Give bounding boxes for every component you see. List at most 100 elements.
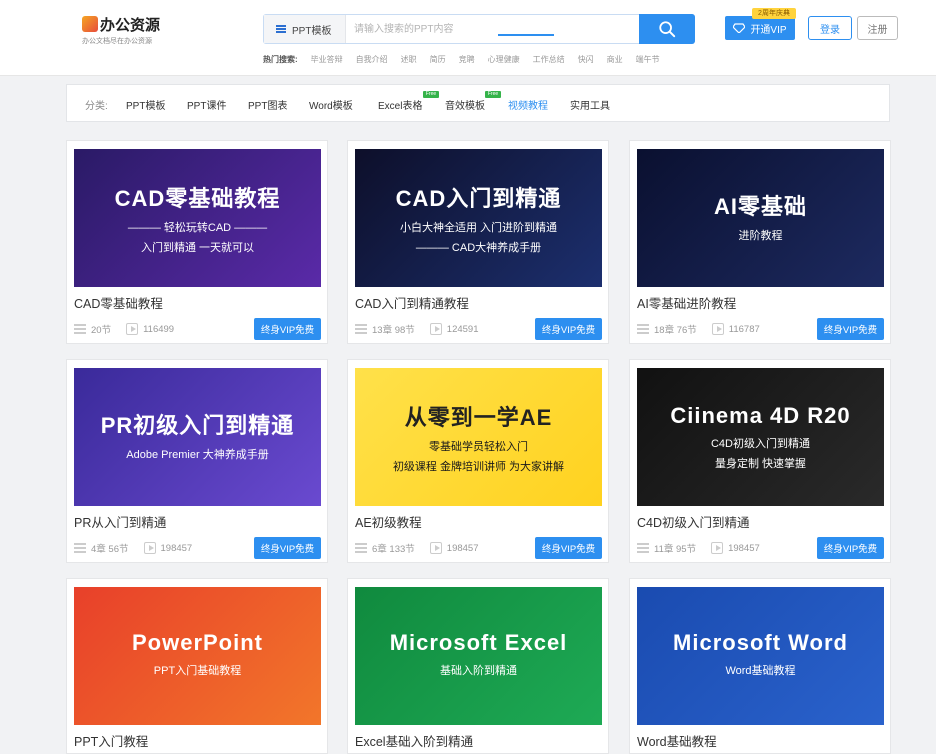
course-thumbnail[interactable]: PowerPoint PPT入门基础教程: [74, 587, 321, 725]
course-card[interactable]: CAD入门到精通 小白大神全适用 入门进阶到精通 ——— CAD大神养成手册 CAD入…: [347, 140, 609, 344]
thumbnail-text: ——— 轻松玩转CAD ———: [127, 222, 268, 234]
course-title[interactable]: C4D初级入门到精通: [637, 512, 750, 531]
lessons-icon: [355, 324, 367, 334]
hot-term[interactable]: 述职: [401, 54, 417, 65]
hot-term[interactable]: 自我介绍: [356, 54, 388, 65]
register-button[interactable]: 注册: [857, 16, 898, 40]
lifetime-vip-free-button[interactable]: 终身VIP免费: [254, 537, 321, 559]
thumbnail-text: PowerPoint: [131, 630, 263, 655]
course-meta: 11章 95节 198457: [637, 541, 760, 555]
play-icon: [126, 323, 139, 335]
course-title[interactable]: PPT入门教程: [74, 731, 148, 750]
play-icon: [711, 542, 724, 554]
tab-ppt-courseware[interactable]: PPT课件: [187, 97, 226, 112]
course-title[interactable]: PR从入门到精通: [74, 512, 166, 531]
search-icon: [659, 21, 676, 38]
course-title[interactable]: AI零基础进阶教程: [637, 293, 736, 312]
play-icon: [429, 542, 442, 554]
lifetime-vip-free-button[interactable]: 终身VIP免费: [817, 537, 884, 559]
course-card[interactable]: 从零到一学AE 零基础学员轻松入门 初级课程 金牌培训讲师 为大家讲解 AE初级教程 6…: [347, 359, 609, 563]
course-thumbnail[interactable]: 从零到一学AE 零基础学员轻松入门 初级课程 金牌培训讲师 为大家讲解: [355, 368, 602, 506]
course-title[interactable]: Word基础教程: [637, 731, 717, 750]
lifetime-vip-free-button[interactable]: 终身VIP免费: [817, 318, 884, 340]
course-thumbnail[interactable]: Microsoft Word Word基础教程: [637, 587, 884, 725]
thumbnail-text: 基础入阶到精通: [440, 665, 517, 677]
search-input[interactable]: [354, 19, 634, 39]
lifetime-vip-free-button[interactable]: 终身VIP免费: [254, 318, 321, 340]
open-vip-button[interactable]: 开通VIP: [725, 16, 795, 40]
tab-sound-templates[interactable]: 音效模板: [445, 97, 485, 112]
thumbnail-text: PR初级入门到精通: [100, 413, 295, 438]
thumbnail-text: ——— CAD大神养成手册: [415, 242, 542, 254]
course-thumbnail[interactable]: CAD零基础教程 ——— 轻松玩转CAD ——— 入门到精通 一天就可以: [74, 149, 321, 287]
lessons-icon: [74, 324, 86, 334]
course-thumbnail[interactable]: Microsoft Excel 基础入阶到精通: [355, 587, 602, 725]
thumbnail-text: Microsoft Excel: [389, 630, 568, 655]
course-thumbnail[interactable]: PR初级入门到精通 Adobe Premier 大神养成手册: [74, 368, 321, 506]
course-thumbnail[interactable]: CAD入门到精通小白大神全适用 入门进阶到精通 ——— CAD大神养成手册: [355, 149, 602, 287]
tab-ppt-templates[interactable]: PPT模板: [126, 97, 165, 112]
hot-search-list: 热门搜索: 毕业答辩 自我介绍 述职 简历 竞聘 心理健康 工作总结 快闪 商业…: [263, 54, 660, 65]
search-category-select[interactable]: PPT模板: [264, 15, 346, 43]
lifetime-vip-free-button[interactable]: 终身VIP免费: [535, 537, 602, 559]
category-label: 分类:: [85, 101, 108, 112]
thumbnail-text: CAD入门到精通: [395, 186, 562, 211]
course-card[interactable]: Microsoft Word Word基础教程 Word基础教程: [629, 578, 891, 754]
course-thumbnail[interactable]: Ciinema 4D R20 C4D初级入门到精通 量身定制 快速掌握: [637, 368, 884, 506]
tab-ppt-charts[interactable]: PPT图表: [248, 97, 287, 112]
hot-term[interactable]: 工作总结: [533, 54, 565, 65]
play-icon: [429, 323, 442, 335]
course-card[interactable]: Microsoft Excel 基础入阶到精通 Excel基础入阶到精通: [347, 578, 609, 754]
view-count: 116499: [143, 323, 175, 335]
hot-term[interactable]: 心理健康: [488, 54, 520, 65]
login-button[interactable]: 登录: [808, 16, 852, 40]
thumbnail-text: Adobe Premier 大神养成手册: [126, 449, 269, 461]
course-thumbnail[interactable]: AI零基础 进阶教程: [637, 149, 884, 287]
hot-term[interactable]: 端午节: [636, 54, 660, 65]
logo-subtitle: 办公文档尽在办公资源: [82, 38, 152, 45]
tab-word-templates[interactable]: Word模板: [309, 97, 353, 112]
course-card[interactable]: PowerPoint PPT入门基础教程 PPT入门教程: [66, 578, 328, 754]
hot-term[interactable]: 商业: [607, 54, 623, 65]
lesson-count: 11章 95节: [654, 544, 697, 555]
hot-term[interactable]: 竞聘: [459, 54, 475, 65]
logo-icon: [82, 16, 98, 32]
course-title[interactable]: CAD零基础教程: [74, 293, 163, 312]
thumbnail-text: 入门到精通 一天就可以: [140, 242, 255, 254]
thumbnail-text: CAD零基础教程: [114, 186, 281, 211]
tab-tools[interactable]: 实用工具: [570, 97, 610, 112]
lifetime-vip-free-button[interactable]: 终身VIP免费: [535, 318, 602, 340]
anniversary-badge: 2周年庆典: [752, 8, 796, 19]
thumbnail-text: C4D初级入门到精通: [710, 438, 810, 450]
search-box: PPT模板: [263, 14, 695, 44]
hot-term[interactable]: 快闪: [578, 54, 594, 65]
view-count: 198457: [446, 542, 479, 554]
thumbnail-text: 从零到一学AE: [404, 405, 553, 430]
course-card[interactable]: CAD零基础教程 ——— 轻松玩转CAD ——— 入门到精通 一天就可以 CAD零基础…: [66, 140, 328, 344]
course-card[interactable]: PR初级入门到精通 Adobe Premier 大神养成手册 PR从入门到精通 4章 …: [66, 359, 328, 563]
hot-term[interactable]: 简历: [430, 54, 446, 65]
search-category-label: PPT模板: [292, 25, 332, 37]
course-title[interactable]: Excel基础入阶到精通: [355, 731, 473, 750]
site-logo[interactable]: 办公资源 办公文档尽在办公资源: [82, 14, 172, 50]
thumbnail-text: Word基础教程: [725, 665, 796, 677]
thumbnail-text: Ciinema 4D R20: [670, 403, 851, 428]
lessons-icon: [74, 543, 86, 553]
search-button[interactable]: [639, 14, 695, 44]
thumbnail-text: 小白大神全适用 入门进阶到精通: [399, 222, 558, 234]
course-meta: 18章 76节 116787: [637, 322, 760, 336]
thumbnail-text: 进阶教程: [738, 230, 783, 242]
course-title[interactable]: CAD入门到精通教程: [355, 293, 469, 312]
view-count: 198457: [728, 542, 760, 554]
lessons-icon: [637, 324, 649, 334]
tab-excel[interactable]: Excel表格: [378, 97, 422, 112]
tab-video-tutorials[interactable]: 视频教程: [508, 97, 548, 112]
thumbnail-text: 零基础学员轻松入门: [429, 441, 528, 453]
course-card[interactable]: AI零基础 进阶教程 AI零基础进阶教程 18章 76节 116787 终身VIP免费: [629, 140, 891, 344]
course-meta: 13章 98节 124591: [355, 322, 478, 336]
lesson-count: 4章 56节: [91, 544, 129, 555]
course-card[interactable]: Ciinema 4D R20 C4D初级入门到精通 量身定制 快速掌握 C4D初级入门…: [629, 359, 891, 563]
course-meta: 6章 133节 198457: [355, 541, 478, 555]
course-title[interactable]: AE初级教程: [355, 512, 422, 531]
hot-term[interactable]: 毕业答辩: [311, 54, 343, 65]
